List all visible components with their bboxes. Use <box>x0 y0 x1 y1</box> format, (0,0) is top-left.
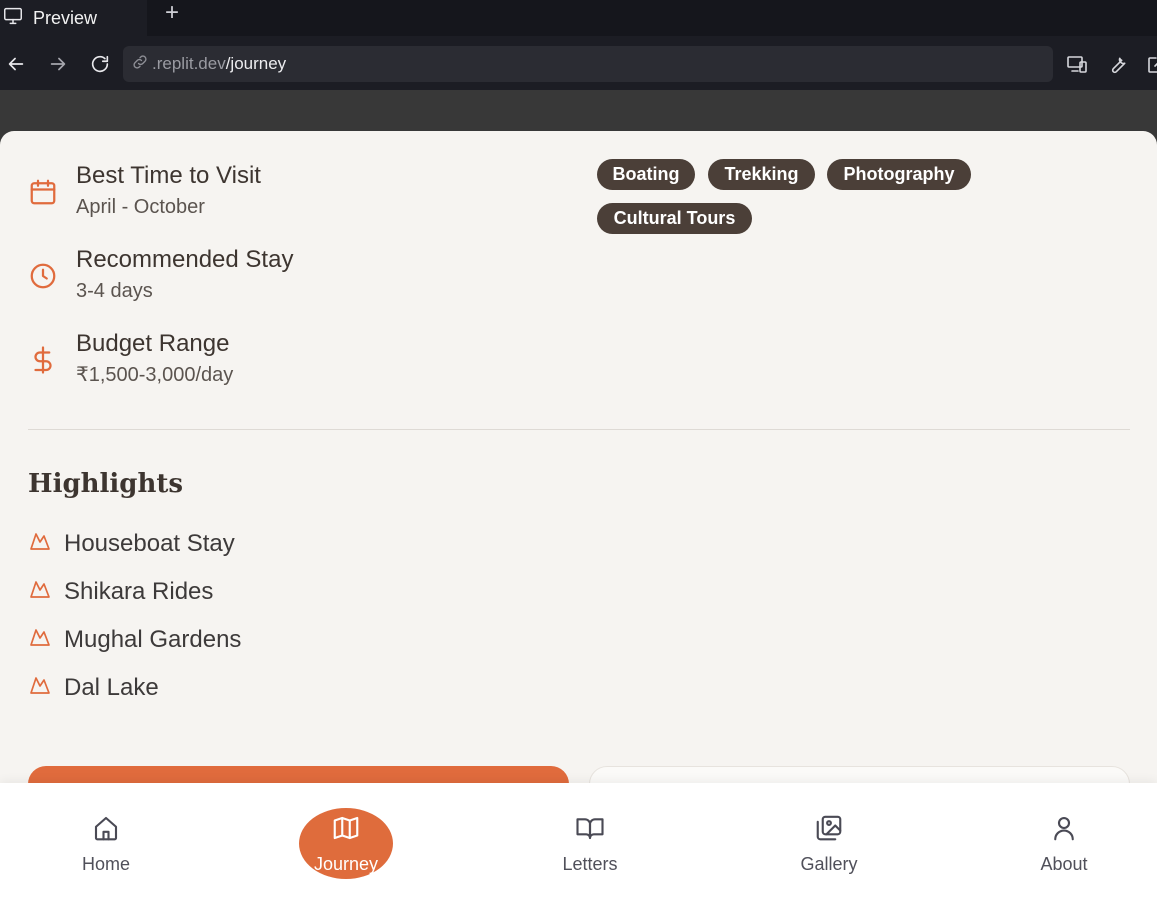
book-open-icon <box>575 783 605 848</box>
url-field[interactable]: .replit.dev/journey <box>123 46 1053 82</box>
highlight-label: Houseboat Stay <box>64 529 235 557</box>
highlight-item: Dal Lake <box>28 673 159 702</box>
highlight-label: Shikara Rides <box>64 577 214 605</box>
recommended-stay-row: Recommended Stay 3-4 days <box>28 245 293 305</box>
tag-photography[interactable]: Photography <box>827 159 971 190</box>
best-time-row: Best Time to Visit April - October <box>28 161 261 221</box>
tag-boating[interactable]: Boating <box>597 159 695 190</box>
tag-trekking[interactable]: Trekking <box>708 159 815 190</box>
arrow-left-icon <box>5 57 27 79</box>
open-external-button[interactable] <box>1145 52 1157 76</box>
external-link-icon <box>1145 57 1157 80</box>
browser-tab-bar: Preview + <box>0 0 1157 36</box>
browser-toolbar: .replit.dev/journey <box>0 36 1157 90</box>
monitor-icon <box>2 5 24 32</box>
dollar-icon <box>28 345 58 375</box>
highlight-label: Mughal Gardens <box>64 625 242 653</box>
reload-button[interactable] <box>89 53 111 75</box>
best-time-value: April - October <box>76 196 205 218</box>
tab-title: Preview <box>33 7 98 28</box>
nav-item-letters[interactable]: Letters <box>550 783 630 900</box>
home-icon <box>91 783 121 848</box>
highlight-label: Dal Lake <box>64 673 159 701</box>
devices-icon <box>1065 56 1089 80</box>
browser-tab-preview[interactable]: Preview <box>0 0 147 36</box>
devices-button[interactable] <box>1065 52 1089 76</box>
budget-range-row: Budget Range ₹1,500-3,000/day <box>28 329 233 389</box>
arrow-right-icon <box>47 57 69 79</box>
nav-label-letters: Letters <box>562 854 618 874</box>
mountain-icon <box>28 529 52 558</box>
clock-icon <box>28 261 58 291</box>
nav-label-home: Home <box>81 854 130 874</box>
map-icon <box>331 783 361 848</box>
url-path: /journey <box>225 54 287 73</box>
highlight-item: Shikara Rides <box>28 577 213 606</box>
link-icon <box>131 53 149 76</box>
images-icon <box>814 783 844 848</box>
recommended-stay-title: Recommended Stay <box>76 246 294 273</box>
reload-icon <box>89 55 111 79</box>
budget-range-value: ₹1,500-3,000/day <box>76 364 234 386</box>
nav-item-home[interactable]: Home <box>66 783 146 900</box>
nav-label-gallery: Gallery <box>800 854 858 874</box>
budget-range-title: Budget Range <box>76 330 230 357</box>
nav-item-journey[interactable]: Journey <box>299 783 393 900</box>
tag-cultural-tours[interactable]: Cultural Tours <box>597 203 752 234</box>
section-divider <box>28 429 1130 430</box>
mountain-icon <box>28 577 52 606</box>
mountain-icon <box>28 625 52 654</box>
highlight-item: Mughal Gardens <box>28 625 241 654</box>
best-time-title: Best Time to Visit <box>76 162 261 189</box>
devtools-button[interactable] <box>1105 52 1129 76</box>
highlight-item: Houseboat Stay <box>28 529 235 558</box>
nav-item-gallery[interactable]: Gallery <box>789 783 869 900</box>
url-host: .replit.dev <box>152 54 226 73</box>
back-button[interactable] <box>5 53 27 75</box>
nav-label-about: About <box>1040 854 1088 874</box>
mountain-icon <box>28 673 52 702</box>
bottom-nav: Home Journey Letters Gallery About <box>0 783 1157 900</box>
forward-button[interactable] <box>47 53 69 75</box>
destination-details-sheet: Best Time to Visit April - October Recom… <box>0 131 1157 791</box>
calendar-icon <box>28 177 58 207</box>
highlights-heading: Highlights <box>28 469 184 499</box>
wrench-icon <box>1105 57 1129 80</box>
recommended-stay-value: 3-4 days <box>76 280 153 302</box>
nav-item-about[interactable]: About <box>1024 783 1104 900</box>
user-icon <box>1049 783 1079 848</box>
nav-label-journey: Journey <box>313 854 379 874</box>
new-tab-button[interactable]: + <box>160 1 184 26</box>
